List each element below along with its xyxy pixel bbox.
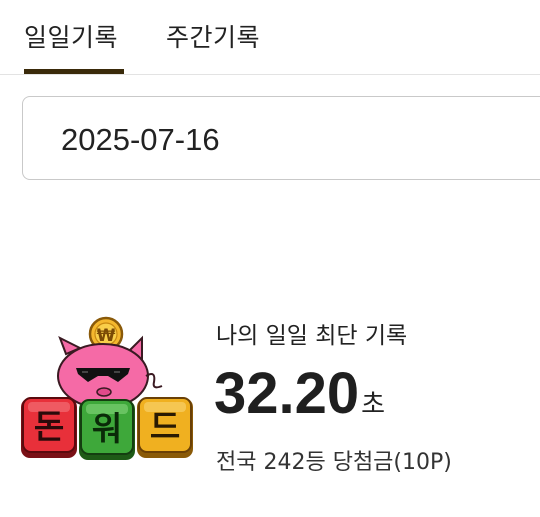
best-time: 32.20초 bbox=[214, 360, 385, 427]
best-time-unit: 초 bbox=[361, 390, 386, 420]
date-selector[interactable]: 2025-07-16 bbox=[22, 96, 540, 180]
coin-symbol: ₩ bbox=[97, 326, 116, 346]
tab-daily-record[interactable]: 일일기록 bbox=[24, 18, 118, 54]
tile-deu: 드 bbox=[137, 397, 193, 458]
tile-deu-text: 드 bbox=[150, 407, 180, 446]
tile-don: 돈 bbox=[21, 397, 77, 458]
best-time-value: 32.20 bbox=[214, 361, 360, 426]
tile-don-text: 돈 bbox=[34, 407, 64, 446]
tile-wo: 워 bbox=[79, 399, 135, 460]
active-tab-indicator bbox=[24, 69, 124, 74]
tab-bar: 일일기록 주간기록 bbox=[0, 0, 540, 75]
tile-wo-text: 워 bbox=[92, 409, 122, 448]
donword-logo: ₩ 돈 워 드 bbox=[21, 316, 193, 460]
tab-weekly-record[interactable]: 주간기록 bbox=[166, 18, 260, 54]
rank-and-prize: 전국 242등 당첨금(10P) bbox=[216, 450, 452, 475]
date-value: 2025-07-16 bbox=[61, 122, 220, 157]
record-title: 나의 일일 최단 기록 bbox=[216, 323, 408, 349]
